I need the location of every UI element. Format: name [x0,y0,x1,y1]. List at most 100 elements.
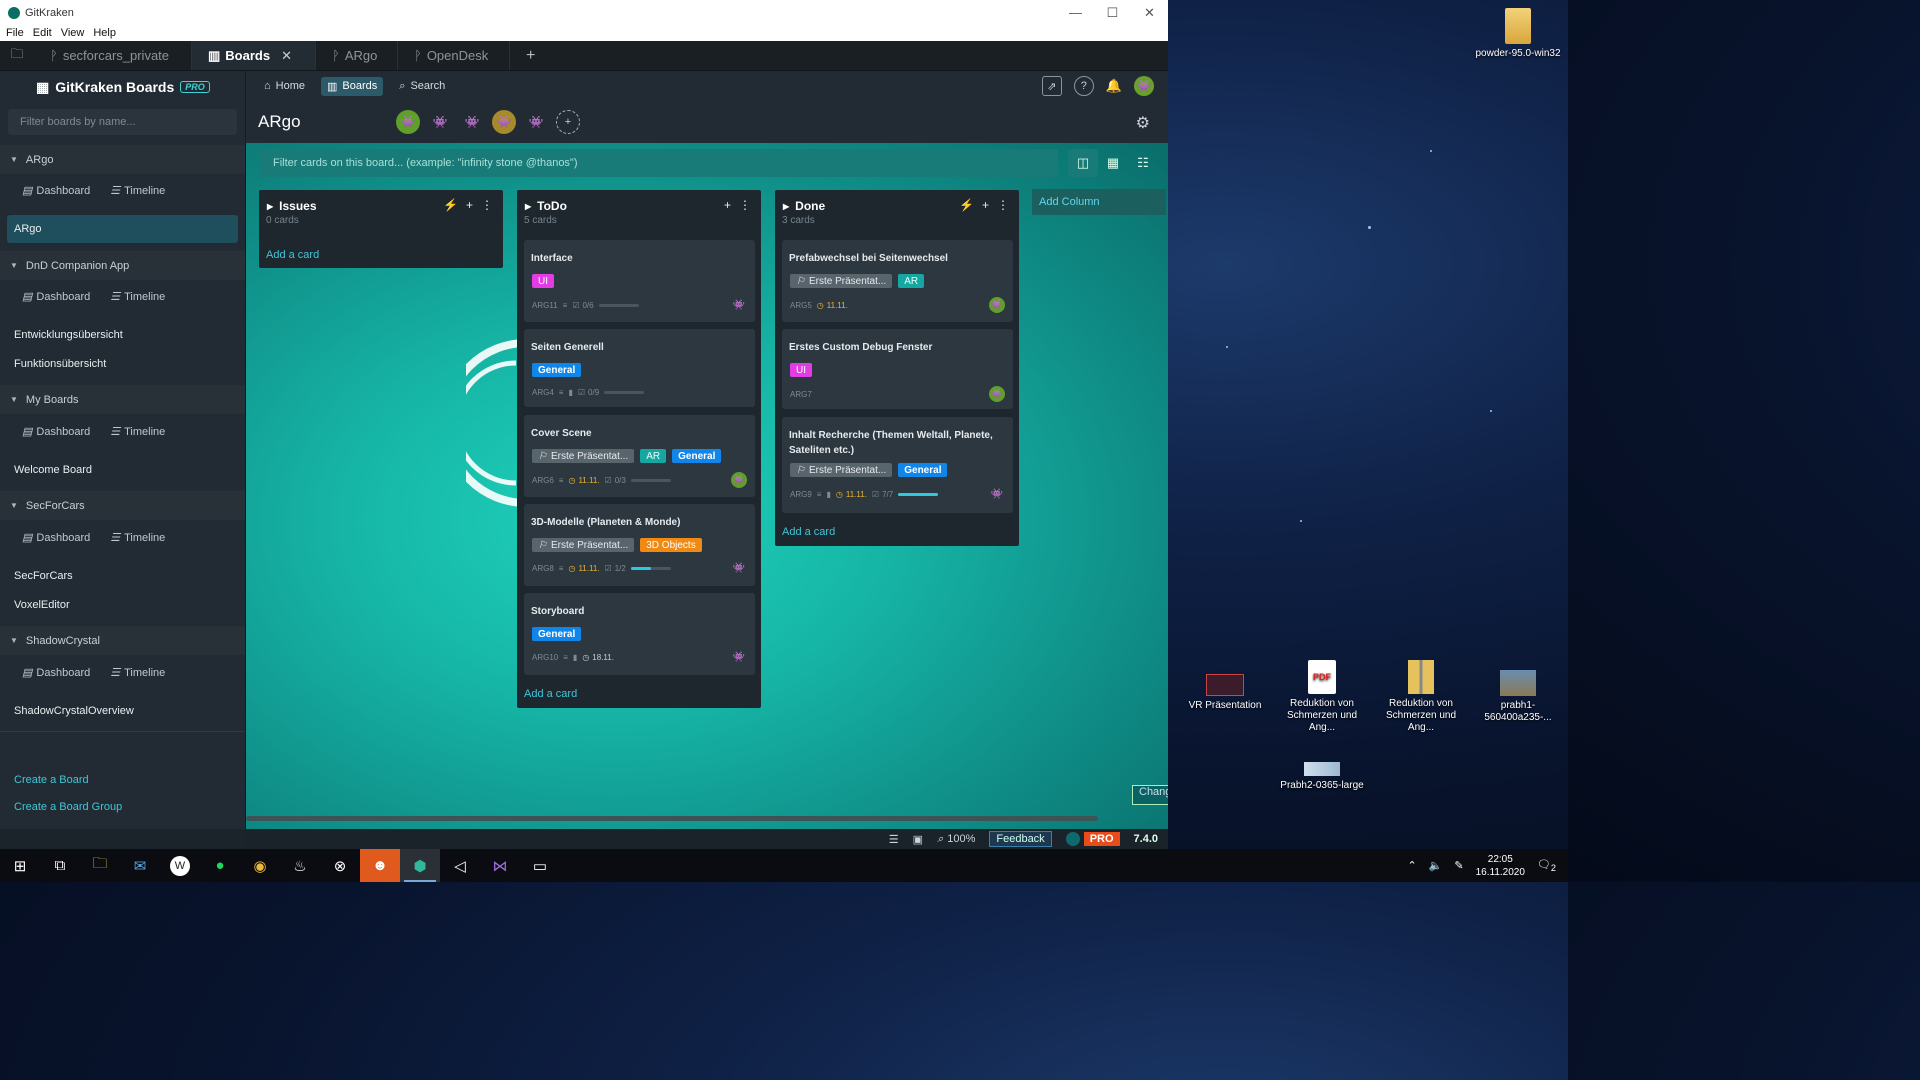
discord-icon[interactable]: ☻ [360,849,400,882]
new-tab-button[interactable]: + [510,41,551,70]
nav-search[interactable]: ⌕ Search [393,77,451,96]
add-card-link[interactable]: Add a card [266,249,319,261]
desktop-icon-folder[interactable]: powder-95.0-win32 [1470,8,1566,60]
app-icon[interactable]: W [160,849,200,882]
group-my-boards[interactable]: ▼ My Boards [0,385,245,414]
desktop-icon-pptx[interactable]: VR Präsentation [1177,674,1273,712]
gitkraken-taskbar-icon[interactable]: ⬢ [400,849,440,882]
card[interactable]: Prefabwechsel bei Seitenwechsel ⚐ Erste P… [782,240,1013,322]
task-view-icon[interactable]: ⧉ [40,849,80,882]
member-avatar[interactable]: 👾 [396,110,420,134]
timeline-link[interactable]: ☰ Timeline [110,531,165,545]
speaker-icon[interactable]: 🔈 [1429,859,1443,872]
card[interactable]: Storyboard General ARG10 ≡ ▮ ◷ 18.11. 👾 [524,593,755,675]
desktop-icon-pdf[interactable]: PDF Reduktion von Schmerzen und Ang... [1274,660,1370,734]
more-icon[interactable]: ⋮ [997,198,1009,212]
card[interactable]: Interface UI ARG11 ≡ ☑ 0/6 👾 [524,240,755,322]
user-avatar[interactable]: 👾 [1134,76,1154,96]
dashboard-link[interactable]: ▤ Dashboard [22,531,90,545]
windows-start-icon[interactable]: ⊞ [0,849,40,882]
sidebar-board-welcome[interactable]: Welcome Board [14,464,92,476]
calendar-view-icon[interactable]: ▦ [1098,149,1128,177]
pen-icon[interactable]: ✎ [1454,859,1463,872]
horizontal-scrollbar[interactable] [246,816,1098,821]
assignee-avatar[interactable]: 👾 [989,386,1005,402]
timeline-link[interactable]: ☰ Timeline [110,425,165,439]
card[interactable]: Inhalt Recherche (Themen Weltall, Planet… [782,417,1013,513]
assignee-avatar[interactable]: 👾 [731,560,747,576]
card[interactable]: Erstes Custom Debug Fenster UI ARG7 👾 [782,329,1013,409]
add-card-icon[interactable]: + [466,198,473,212]
spotify-icon[interactable]: ● [200,849,240,882]
external-link-icon[interactable]: ⇗ [1041,76,1062,96]
gear-icon[interactable]: ⚙ [1136,113,1150,133]
more-icon[interactable]: ⋮ [481,198,493,212]
close-button[interactable]: ✕ [1131,5,1168,21]
caret-right-icon[interactable]: ▶ [267,202,273,211]
notification-icon[interactable]: 🗨2 [1537,858,1556,873]
filter-cards-input[interactable]: Filter cards on this board... (example: … [259,149,1058,177]
card[interactable]: Seiten Generell General ARG4 ≡ ▮ ☑ 0/9 [524,329,755,407]
dashboard-link[interactable]: ▤ Dashboard [22,425,90,439]
automation-icon[interactable]: ⚡ [443,198,458,212]
nav-home[interactable]: ⌂ Home [258,77,311,95]
sidebar-board-argo[interactable]: ARgo [7,215,238,243]
automation-icon[interactable]: ⚡ [959,198,974,212]
visual-studio-icon[interactable]: ⋈ [480,849,520,882]
caret-right-icon[interactable]: ▶ [525,202,531,211]
menu-view[interactable]: View [61,27,85,39]
card[interactable]: Cover Scene ⚐ Erste Präsentat... AR General… [524,415,755,497]
card[interactable]: 3D-Modelle (Planeten & Monde) ⚐ Erste Prä… [524,504,755,586]
assignee-avatar[interactable]: 👾 [731,297,747,313]
member-avatar[interactable]: 👾 [492,110,516,134]
timeline-link[interactable]: ☰ Timeline [110,666,165,680]
chrome-icon[interactable]: ◉ [240,849,280,882]
file-explorer-icon[interactable]: 🗀 [80,849,120,882]
unity-icon[interactable]: ◁ [440,849,480,882]
create-board-group-link[interactable]: Create a Board Group [14,801,122,813]
desktop-icon-image2[interactable]: Prabh2-0365-large [1274,762,1370,792]
timeline-view-icon[interactable]: ☷ [1128,149,1158,177]
create-board-link[interactable]: Create a Board [14,774,89,786]
assignee-avatar[interactable]: 👾 [989,486,1005,502]
list-icon[interactable]: ☰ [889,833,899,846]
bell-icon[interactable]: 🔔 [1106,78,1122,94]
group-secforcars[interactable]: ▼ SecForCars [0,491,245,520]
chevron-up-icon[interactable]: ⌃ [1407,859,1416,872]
group-argo[interactable]: ▼ ARgo [0,145,245,174]
filter-boards-input[interactable]: Filter boards by name... [8,109,237,135]
dashboard-link[interactable]: ▤ Dashboard [22,184,90,198]
sidebar-board-secforcars[interactable]: SecForCars [14,570,73,582]
assignee-avatar[interactable]: 👾 [989,297,1005,313]
caret-right-icon[interactable]: ▶ [783,202,789,211]
menu-file[interactable]: File [6,27,24,39]
sidebar-board-shadowcrystal[interactable]: ShadowCrystalOverview [14,705,134,717]
change-background-button[interactable]: Chang [1132,785,1168,805]
desktop-icon-image1[interactable]: prabh1-560400a235-... [1470,670,1566,724]
tab-boards[interactable]: ▥ Boards ✕ [192,41,316,70]
mail-icon[interactable]: ✉ [120,849,160,882]
dashboard-link[interactable]: ▤ Dashboard [22,290,90,304]
oculus-icon[interactable]: ▭ [520,849,560,882]
assignee-avatar[interactable]: 👾 [731,649,747,665]
sidebar-board-funktion[interactable]: Funktionsübersicht [14,358,106,370]
feedback-button[interactable]: Feedback [989,831,1052,847]
more-icon[interactable]: ⋮ [739,198,751,212]
help-icon[interactable]: ? [1073,76,1094,96]
menu-help[interactable]: Help [93,27,116,39]
menu-edit[interactable]: Edit [33,27,52,39]
sidebar-board-entwicklung[interactable]: Entwicklungsübersicht [14,329,123,341]
group-shadowcrystal[interactable]: ▼ ShadowCrystal [0,626,245,655]
nav-boards[interactable]: ▥ Boards [321,76,384,96]
briefcase-icon[interactable]: ▣ [913,833,923,846]
tab-opendesk[interactable]: ᚹ OpenDesk [398,41,510,70]
xbox-icon[interactable]: ⊗ [320,849,360,882]
minimize-button[interactable]: — [1057,5,1094,21]
add-member-icon[interactable]: + [556,110,580,134]
timeline-link[interactable]: ☰ Timeline [110,290,165,304]
maximize-button[interactable]: ☐ [1094,5,1131,21]
group-dnd[interactable]: ▼ DnD Companion App [0,251,245,280]
tab-argo[interactable]: ᚹ ARgo [316,41,398,70]
clock[interactable]: 22:05 16.11.2020 [1476,853,1525,879]
desktop-icon-zip[interactable]: Reduktion von Schmerzen und Ang... [1373,660,1469,734]
